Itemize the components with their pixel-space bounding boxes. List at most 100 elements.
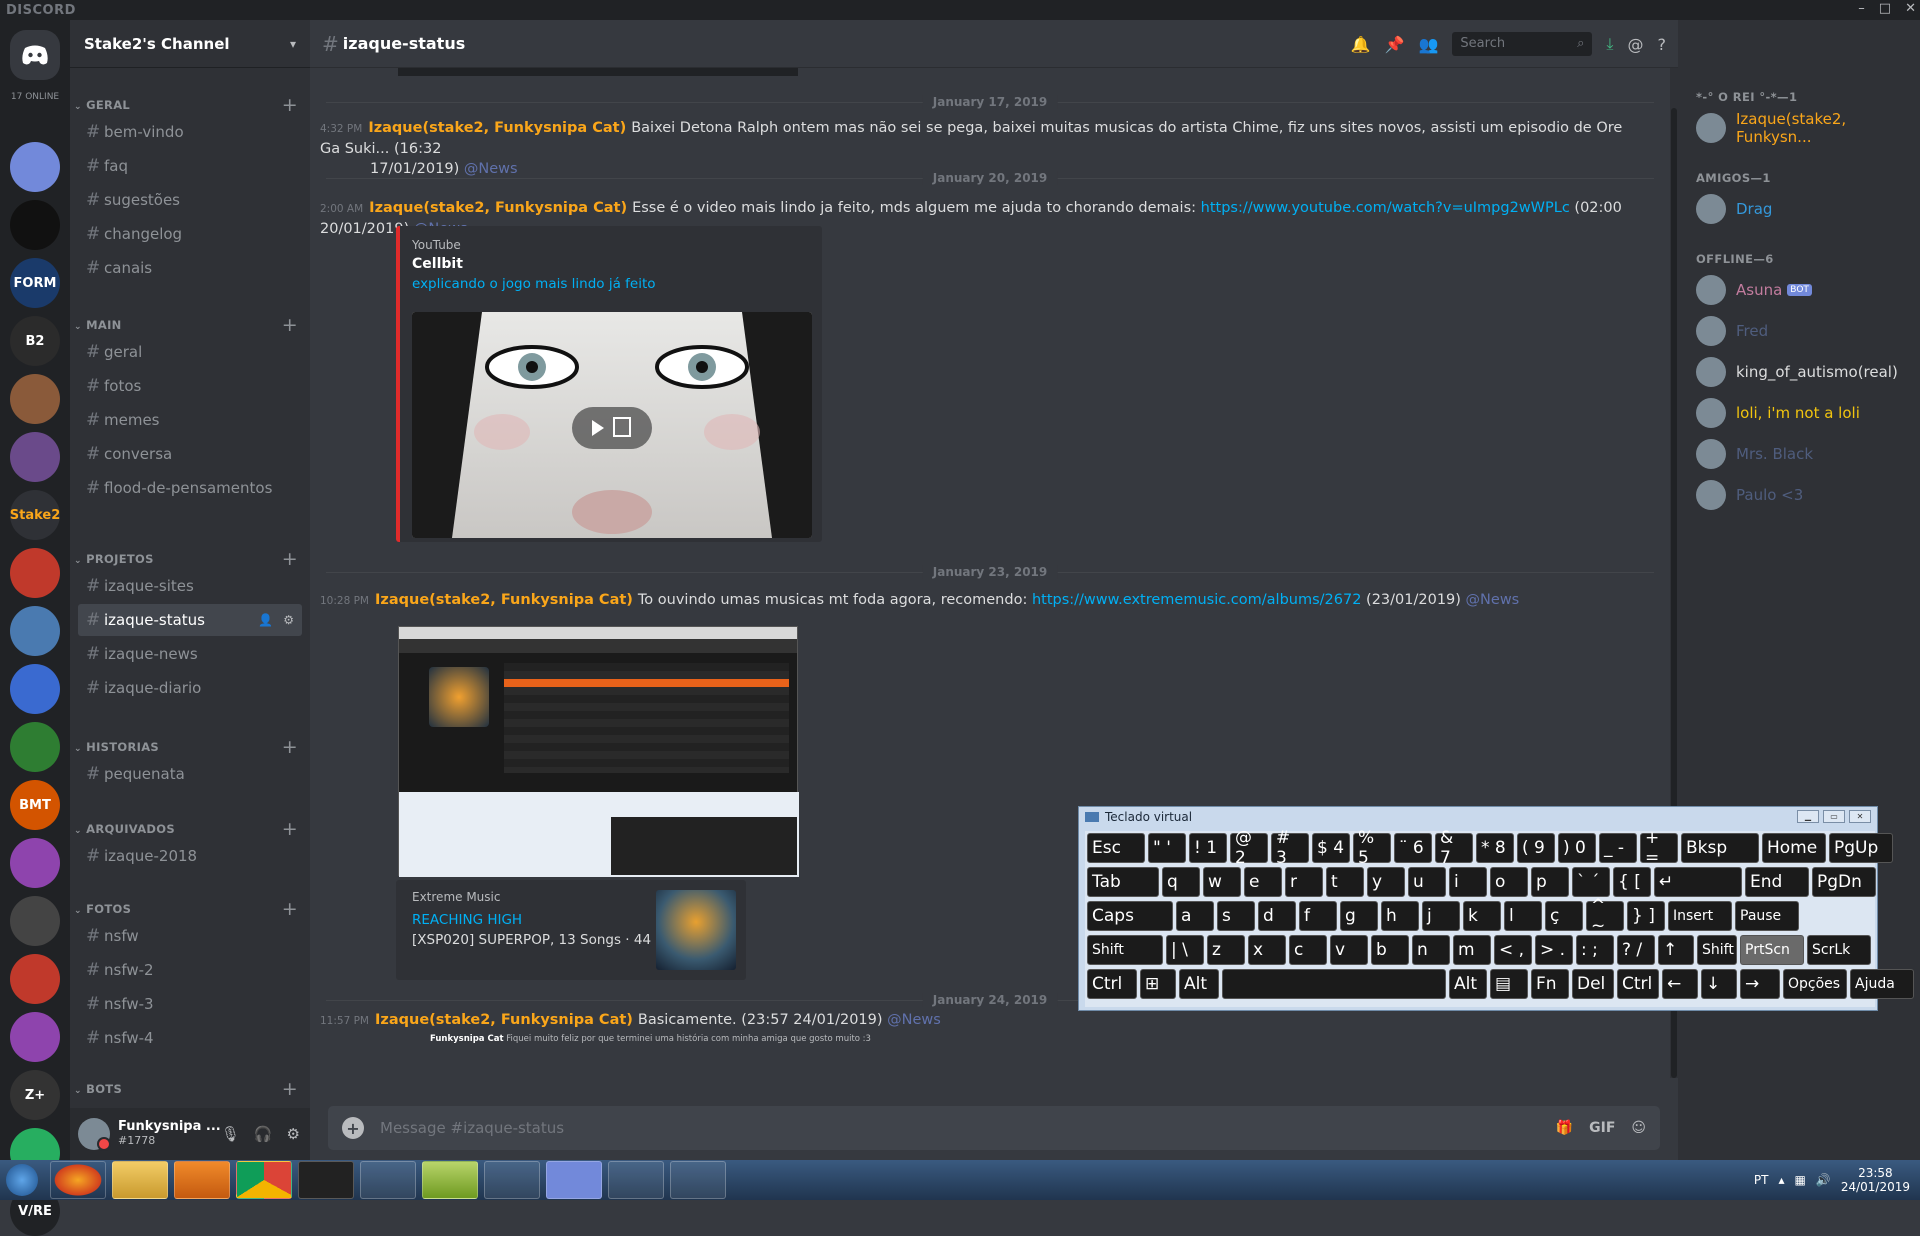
guild-icon[interactable] [10, 606, 60, 656]
key[interactable]: Del [1572, 969, 1614, 999]
pin-icon[interactable]: 📌 [1385, 35, 1405, 54]
add-channel-button[interactable]: + [282, 736, 298, 758]
member-item[interactable]: Izaque(stake2, Funkysn... [1696, 108, 1920, 148]
channel-memes[interactable]: # memes [78, 404, 302, 436]
guild-icon[interactable]: Stake2 [10, 490, 60, 540]
channel-pequenata[interactable]: # pequenata [78, 758, 302, 790]
category-bots[interactable]: ⌄ BOTS + [74, 1078, 298, 1100]
member-item[interactable]: loli, i'm not a loli [1696, 393, 1860, 433]
network-icon[interactable]: ▦ [1795, 1173, 1806, 1187]
key[interactable]: w [1203, 867, 1241, 897]
key[interactable]: Insert [1668, 901, 1732, 931]
home-button[interactable] [10, 30, 60, 80]
key[interactable]: @ 2 [1230, 828, 1268, 868]
album-thumbnail[interactable] [656, 890, 736, 970]
key[interactable]: ↑ [1658, 935, 1694, 965]
key[interactable]: Ctrl [1617, 969, 1659, 999]
key[interactable]: m [1453, 935, 1491, 965]
add-channel-button[interactable]: + [282, 898, 298, 920]
server-header[interactable]: Stake2's Channel ▾ [70, 20, 310, 68]
key[interactable]: $ 4 [1312, 833, 1350, 863]
mention-icon[interactable]: @ [1628, 35, 1644, 54]
key[interactable]: b [1371, 935, 1409, 965]
guild-icon[interactable]: Z+ [10, 1070, 60, 1120]
search-input[interactable]: Search ⌕ [1452, 32, 1593, 56]
mention[interactable]: @News [1466, 592, 1520, 608]
key[interactable]: ç [1545, 901, 1583, 931]
key[interactable]: Shift [1087, 935, 1163, 965]
emoji-icon[interactable]: ☺ [1631, 1120, 1646, 1136]
keyboard-minimize-button[interactable]: ▁ [1797, 810, 1819, 823]
key[interactable]: Home [1762, 833, 1826, 863]
channel-nsfw-2[interactable]: # nsfw-2 [78, 954, 302, 986]
member-item[interactable]: Asuna BOT [1696, 270, 1812, 310]
add-channel-button[interactable]: + [282, 818, 298, 840]
key[interactable]: ↵ [1654, 867, 1742, 897]
key[interactable]: { [ [1613, 867, 1651, 897]
key[interactable]: k [1463, 901, 1501, 931]
member-item[interactable]: Fred [1696, 311, 1768, 351]
category-geral[interactable]: ⌄ GERAL + [74, 94, 298, 116]
channel-conversa[interactable]: # conversa [78, 438, 302, 470]
key[interactable]: i [1449, 867, 1487, 897]
key[interactable]: ! 1 [1189, 833, 1227, 863]
members-icon[interactable]: 👥 [1419, 35, 1439, 54]
key[interactable]: ` ´ [1572, 867, 1610, 897]
channel-izaque-status[interactable]: # izaque-status 👤 ⚙ [78, 604, 302, 636]
minimize-button[interactable]: – [1858, 1, 1865, 16]
channel-bem-vindo[interactable]: # bem-vindo [78, 116, 302, 148]
key[interactable]: ▤ [1490, 969, 1528, 999]
channel-izaque-news[interactable]: # izaque-news [78, 638, 302, 670]
author[interactable]: Izaque(stake2, Funkysnipa Cat) [369, 200, 627, 216]
key[interactable]: PgDn [1812, 867, 1876, 897]
key[interactable]: ⊞ [1140, 969, 1176, 999]
guild-icon[interactable] [10, 838, 60, 888]
key[interactable]: e [1244, 867, 1282, 897]
channel-sugestões[interactable]: # sugestões [78, 184, 302, 216]
key[interactable]: Tab [1087, 867, 1159, 897]
key[interactable]: Pause [1735, 901, 1799, 931]
key[interactable]: p [1531, 867, 1569, 897]
key[interactable]: → [1740, 969, 1780, 999]
control-panel-icon[interactable] [608, 1161, 664, 1199]
guild-icon[interactable]: FORM [10, 258, 60, 308]
keyboard-restore-button[interactable]: ▭ [1823, 810, 1845, 823]
guild-icon[interactable] [10, 1012, 60, 1062]
key[interactable]: ← [1662, 969, 1698, 999]
chrome-icon[interactable] [236, 1161, 292, 1199]
key[interactable]: > . [1535, 935, 1573, 965]
keyboard-close-button[interactable]: ✕ [1849, 810, 1871, 823]
add-channel-button[interactable]: + [282, 1078, 298, 1100]
key[interactable]: Shift [1697, 935, 1737, 965]
key[interactable]: o [1490, 867, 1528, 897]
gif-button[interactable]: GIF [1589, 1120, 1615, 1136]
key[interactable]: v [1330, 935, 1368, 965]
maximize-button[interactable]: □ [1879, 1, 1891, 16]
key[interactable]: x [1248, 935, 1286, 965]
keyboard-taskbar-icon[interactable] [670, 1161, 726, 1199]
guild-icon[interactable] [10, 722, 60, 772]
add-channel-button[interactable]: + [282, 94, 298, 116]
guild-icon[interactable]: BMT [10, 780, 60, 830]
member-item[interactable]: Mrs. Black [1696, 434, 1813, 474]
key[interactable]: % 5 [1353, 828, 1391, 868]
key[interactable]: Alt [1179, 969, 1219, 999]
key[interactable]: j [1422, 901, 1460, 931]
key[interactable]: f [1299, 901, 1337, 931]
channel-flood-de-pensamentos[interactable]: # flood-de-pensamentos [78, 472, 302, 504]
key[interactable]: _ - [1599, 833, 1637, 863]
category-arquivados[interactable]: ⌄ ARQUIVADOS + [74, 818, 298, 840]
key[interactable]: * 8 [1476, 833, 1514, 863]
key[interactable]: ) 0 [1558, 833, 1596, 863]
key[interactable]: Ajuda [1850, 969, 1914, 999]
key[interactable]: r [1285, 867, 1323, 897]
message-input[interactable]: + Message #izaque-status 🎁 GIF ☺ [328, 1106, 1660, 1150]
member-item[interactable]: king_of_autismo(real) [1696, 352, 1898, 392]
channel-izaque-2018[interactable]: # izaque-2018 [78, 840, 302, 872]
key[interactable]: PgUp [1829, 833, 1893, 863]
volume-icon[interactable]: 🔊 [1816, 1173, 1831, 1187]
member-item[interactable]: Paulo <3 [1696, 475, 1803, 515]
author[interactable]: Izaque(stake2, Funkysnipa Cat) [368, 120, 626, 136]
key[interactable]: n [1412, 935, 1450, 965]
key[interactable]: d [1258, 901, 1296, 931]
